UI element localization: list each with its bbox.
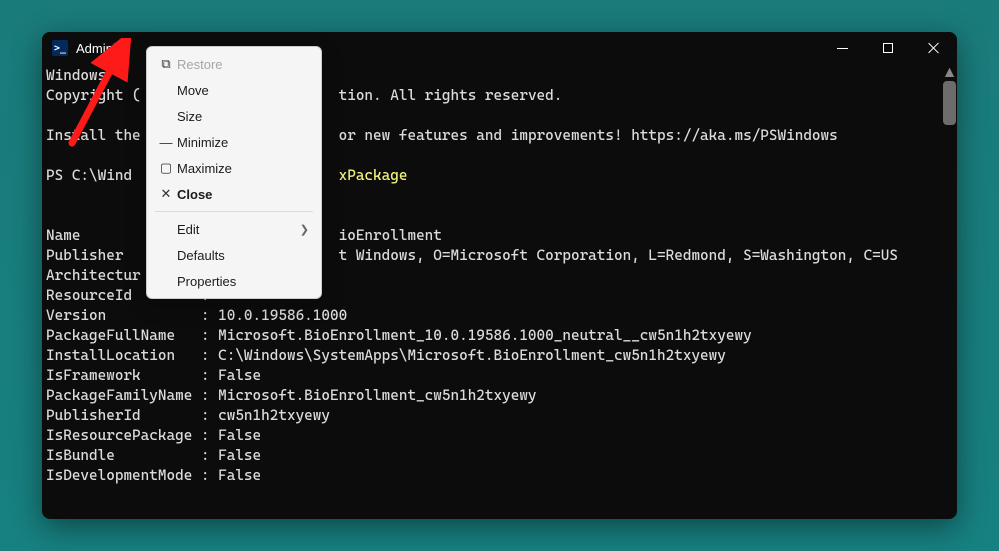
blank-icon [155, 242, 177, 268]
field-row: PackageFullName : Microsoft.BioEnrollmen… [46, 327, 752, 344]
minimize-icon: — [155, 129, 177, 155]
menu-item-edit[interactable]: Edit ❯ [147, 216, 321, 242]
field-row: IsDevelopmentMode : False [46, 467, 261, 484]
maximize-icon: ▢ [155, 155, 177, 181]
scroll-up-icon[interactable]: ▲ [942, 64, 957, 81]
menu-item-close[interactable]: ✕ Close [147, 181, 321, 207]
text: Windows [46, 67, 106, 84]
close-icon [928, 42, 940, 54]
blank-icon [155, 268, 177, 294]
field-value: ioEnrollment [339, 227, 442, 244]
minimize-icon [837, 48, 848, 49]
menu-item-defaults[interactable]: Defaults [147, 242, 321, 268]
minimize-button[interactable] [819, 32, 865, 64]
vertical-scrollbar[interactable]: ▲ [942, 64, 957, 519]
window-controls [819, 32, 957, 64]
field-row: IsResourcePackage : False [46, 427, 261, 444]
menu-label: Edit [177, 222, 300, 237]
maximize-icon [883, 43, 893, 53]
text: Copyright ( [46, 87, 141, 104]
menu-item-size[interactable]: Size [147, 103, 321, 129]
blank-icon [155, 103, 177, 129]
maximize-button[interactable] [865, 32, 911, 64]
menu-label: Restore [177, 57, 309, 72]
menu-label: Size [177, 109, 309, 124]
menu-label: Maximize [177, 161, 309, 176]
field-row: PublisherId : cw5n1h2txyewy [46, 407, 330, 424]
text: Install the [46, 127, 141, 144]
blank-icon [155, 77, 177, 103]
command-fragment: xPackage [339, 167, 408, 184]
field-row: InstallLocation : C:\Windows\SystemApps\… [46, 347, 726, 364]
close-icon: ✕ [155, 181, 177, 207]
field-row: IsFramework : False [46, 367, 261, 384]
menu-separator [155, 211, 313, 212]
menu-item-minimize[interactable]: — Minimize [147, 129, 321, 155]
menu-label: Minimize [177, 135, 309, 150]
menu-item-maximize[interactable]: ▢ Maximize [147, 155, 321, 181]
menu-label: Move [177, 83, 309, 98]
powershell-icon[interactable]: >_ [52, 40, 68, 56]
prompt: PS C:\Wind [46, 167, 132, 184]
system-menu: ⧉ Restore Move Size — Minimize ▢ Maximiz… [146, 46, 322, 299]
restore-icon: ⧉ [155, 51, 177, 77]
close-button[interactable] [911, 32, 957, 64]
menu-item-move[interactable]: Move [147, 77, 321, 103]
menu-item-properties[interactable]: Properties [147, 268, 321, 294]
field-row: IsBundle : False [46, 447, 261, 464]
menu-label: Close [177, 187, 309, 202]
menu-label: Properties [177, 274, 309, 289]
text: or new features and improvements! https:… [339, 127, 838, 144]
scroll-thumb[interactable] [943, 81, 956, 125]
chevron-right-icon: ❯ [300, 223, 309, 236]
field-value: t Windows, O=Microsoft Corporation, L=Re… [339, 247, 898, 264]
text: tion. All rights reserved. [339, 87, 563, 104]
menu-item-restore: ⧉ Restore [147, 51, 321, 77]
blank-icon [155, 216, 177, 242]
field-row: PackageFamilyName : Microsoft.BioEnrollm… [46, 387, 537, 404]
field-label: Architectur [46, 267, 141, 284]
field-row: Version : 10.0.19586.1000 [46, 307, 347, 324]
menu-label: Defaults [177, 248, 309, 263]
